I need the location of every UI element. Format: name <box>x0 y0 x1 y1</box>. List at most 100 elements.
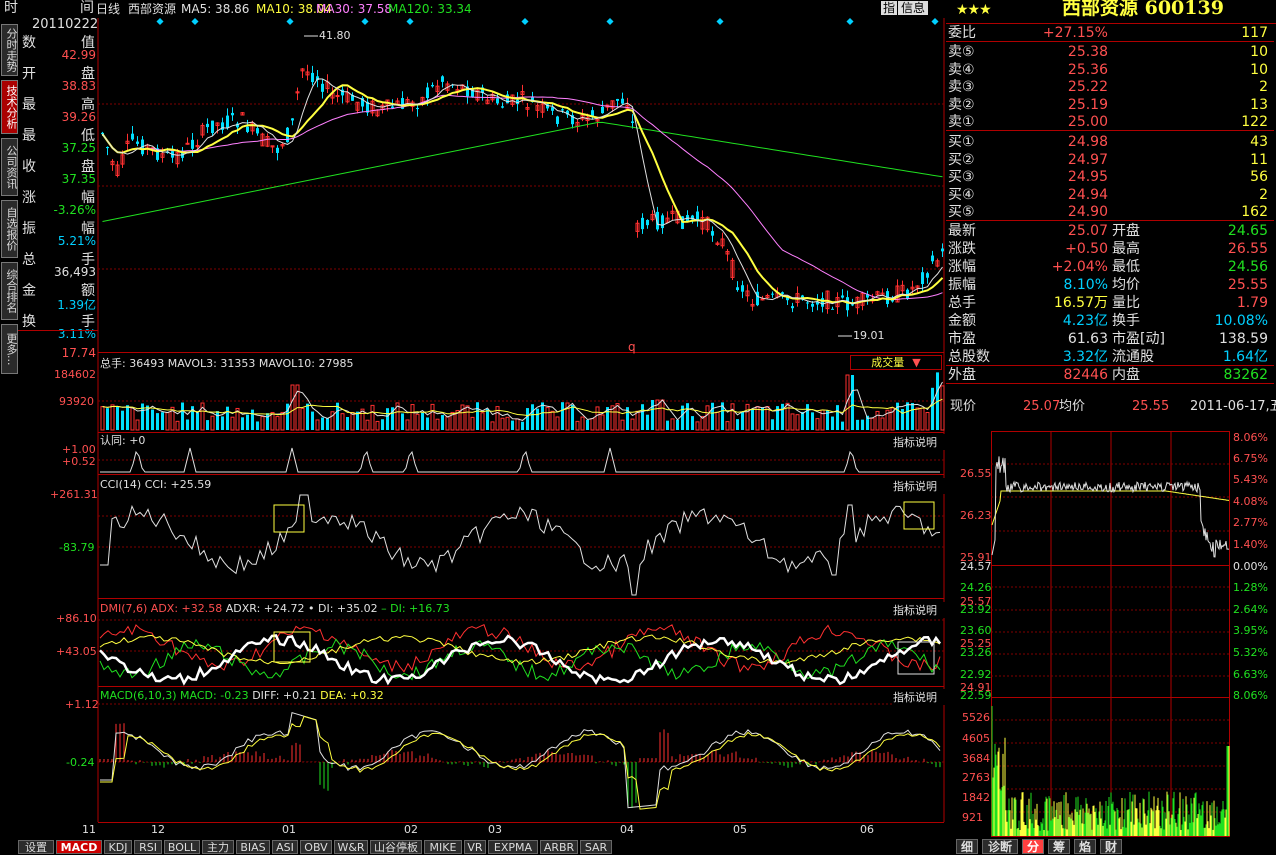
minute-tab[interactable]: 财 <box>1100 839 1122 854</box>
stat-value-2: 1.64亿 <box>1222 349 1268 365</box>
quote-volume: 117 <box>1241 25 1268 41</box>
low-price-label: 19.01 <box>853 329 885 342</box>
mavol3-label: MAVOL3: 31353 <box>167 357 256 370</box>
tab-mike[interactable]: MIKE <box>424 840 462 854</box>
tab-macd[interactable]: MACD <box>56 840 102 854</box>
outer-inner-row: 外盘 82446 内盘 83262 <box>946 366 1274 384</box>
quote-volume: 43 <box>1250 134 1268 150</box>
quote-row: 卖④ 25.36 10 <box>946 61 1274 79</box>
tab-asi[interactable]: ASI <box>272 840 298 854</box>
quote-volume: 56 <box>1250 169 1268 185</box>
inner-value: 83262 <box>1223 367 1268 383</box>
stat-value-2: 26.55 <box>1227 241 1268 257</box>
quote-row: 买② 24.97 11 <box>946 151 1274 169</box>
minute-tab[interactable]: 诊断 <box>982 839 1018 854</box>
quote-row: 买③ 24.95 56 <box>946 168 1274 186</box>
dea-value: DEA: +0.32 <box>320 689 384 702</box>
quote-price: 25.22 <box>1067 79 1108 95</box>
quote-price: 25.38 <box>1067 44 1108 60</box>
main-chart-area[interactable] <box>0 0 946 855</box>
stat-label: 总股数 <box>948 349 990 365</box>
quote-label: 委比 <box>948 25 976 41</box>
tab-wr[interactable]: W&R <box>334 840 368 854</box>
tab-obv[interactable]: OBV <box>300 840 332 854</box>
dmi-title: DMI(7,6) <box>100 602 148 615</box>
volume-title: 总手: 36493 MAVOL3: 31353 MAVOL10: 27985 <box>100 357 353 370</box>
quote-volume: 2 <box>1259 186 1268 203</box>
stat-value: 61.63 <box>1067 331 1108 347</box>
tab-kdj[interactable]: KDJ <box>104 840 132 854</box>
stat-value: +2.04% <box>1051 259 1108 275</box>
quote-row: 买④ 24.94 2 <box>946 186 1274 204</box>
minute-tab[interactable]: 筹 <box>1048 839 1070 854</box>
quote-label: 卖④ <box>948 61 975 78</box>
quote-label: 卖⑤ <box>948 44 975 60</box>
cci-value: CCI: +25.59 <box>144 478 212 491</box>
stat-value: 25.07 <box>1067 223 1108 239</box>
x-axis-label: 06 <box>860 823 874 836</box>
adx-value: ADX: +32.58 <box>150 602 223 615</box>
ind1-title: 认同: +0 <box>100 434 146 447</box>
tab-sar[interactable]: SAR <box>580 840 612 854</box>
tab-boll[interactable]: BOLL <box>164 840 200 854</box>
tab-bias[interactable]: BIAS <box>236 840 270 854</box>
quote-price: 24.95 <box>1067 169 1108 185</box>
quote-label: 卖② <box>948 96 975 113</box>
quote-stat-row: 涨跌 +0.50 最高 26.55 <box>946 240 1274 258</box>
minute-tab[interactable]: 分 <box>1022 839 1044 854</box>
tab-rsi[interactable]: RSI <box>134 840 162 854</box>
quote-label: 买④ <box>948 186 975 203</box>
quote-stat-row: 振幅 8.10% 均价 25.55 <box>946 276 1274 294</box>
quote-volume: 162 <box>1241 204 1268 220</box>
minute-tab[interactable]: 细 <box>956 839 978 854</box>
quote-row: 买⑤ 24.90 162 <box>946 203 1274 221</box>
quote-row: 卖⑤ 25.38 10 <box>946 43 1274 61</box>
quote-price: 24.98 <box>1067 134 1108 150</box>
quote-panel: ★★★ 西部资源 600139 委比 +27.15% 117 卖⑤ 25.38 10 卖④ 2… <box>946 0 1276 855</box>
quote-price: +27.15% <box>1042 25 1108 41</box>
stat-label-2: 量比 <box>1112 295 1140 311</box>
stat-value: +0.50 <box>1065 241 1108 257</box>
tab-[interactable]: 设置 <box>18 840 54 854</box>
quote-volume: 10 <box>1250 61 1268 78</box>
stat-value-2: 1.79 <box>1236 295 1268 311</box>
quote-label: 卖① <box>948 114 975 130</box>
stat-label-2: 流通股 <box>1112 349 1154 365</box>
tab-expma[interactable]: EXPMA <box>488 840 538 854</box>
quote-volume: 11 <box>1250 151 1268 168</box>
tab-[interactable]: 山谷停板 <box>370 840 422 854</box>
indicator-select[interactable]: 成交量 ▼ <box>850 355 942 370</box>
stat-label: 市盈 <box>948 331 976 347</box>
stat-value: 8.10% <box>1063 277 1108 293</box>
quote-label: 买⑤ <box>948 204 975 220</box>
minute-tab[interactable]: 焰 <box>1074 839 1096 854</box>
x-axis-label: 02 <box>404 823 418 836</box>
tab-vr[interactable]: VR <box>464 840 486 854</box>
inner-label: 内盘 <box>1112 367 1140 383</box>
quote-label: 买② <box>948 151 975 168</box>
quote-row: 卖② 25.19 13 <box>946 96 1274 114</box>
stat-label: 金额 <box>948 313 976 329</box>
volume-axis-mid: 93920 <box>59 395 94 408</box>
chevron-down-icon: ▼ <box>912 356 921 369</box>
quote-stat-row: 总股数 3.32亿 流通股 1.64亿 <box>946 348 1274 366</box>
minute-chart[interactable] <box>946 425 1276 837</box>
cur-price-label: 现价 <box>950 399 977 414</box>
diff-value: DIFF: +0.21 <box>252 689 317 702</box>
tab-[interactable]: 主力 <box>202 840 234 854</box>
stat-value: 3.32亿 <box>1062 349 1108 365</box>
quote-price: 24.90 <box>1067 204 1108 220</box>
stat-label: 振幅 <box>948 277 976 293</box>
macd-title: MACD(6,10,3) <box>100 689 177 702</box>
stat-label: 涨跌 <box>948 241 976 257</box>
quote-volume: 2 <box>1259 79 1268 95</box>
quote-header: ★★★ 西部资源 600139 <box>946 0 1276 24</box>
dmi-axis-mid: +43.05 <box>56 645 97 658</box>
cur-price: 25.07 <box>1023 399 1061 414</box>
stat-value-2: 10.08% <box>1214 313 1268 329</box>
q-marker: q <box>628 340 636 354</box>
quote-stat-row: 金额 4.23亿 换手 10.08% <box>946 312 1274 330</box>
star-rating-icon: ★★★ <box>956 2 992 18</box>
di-plus-value: • DI: +35.02 <box>308 602 378 615</box>
tab-arbr[interactable]: ARBR <box>540 840 578 854</box>
